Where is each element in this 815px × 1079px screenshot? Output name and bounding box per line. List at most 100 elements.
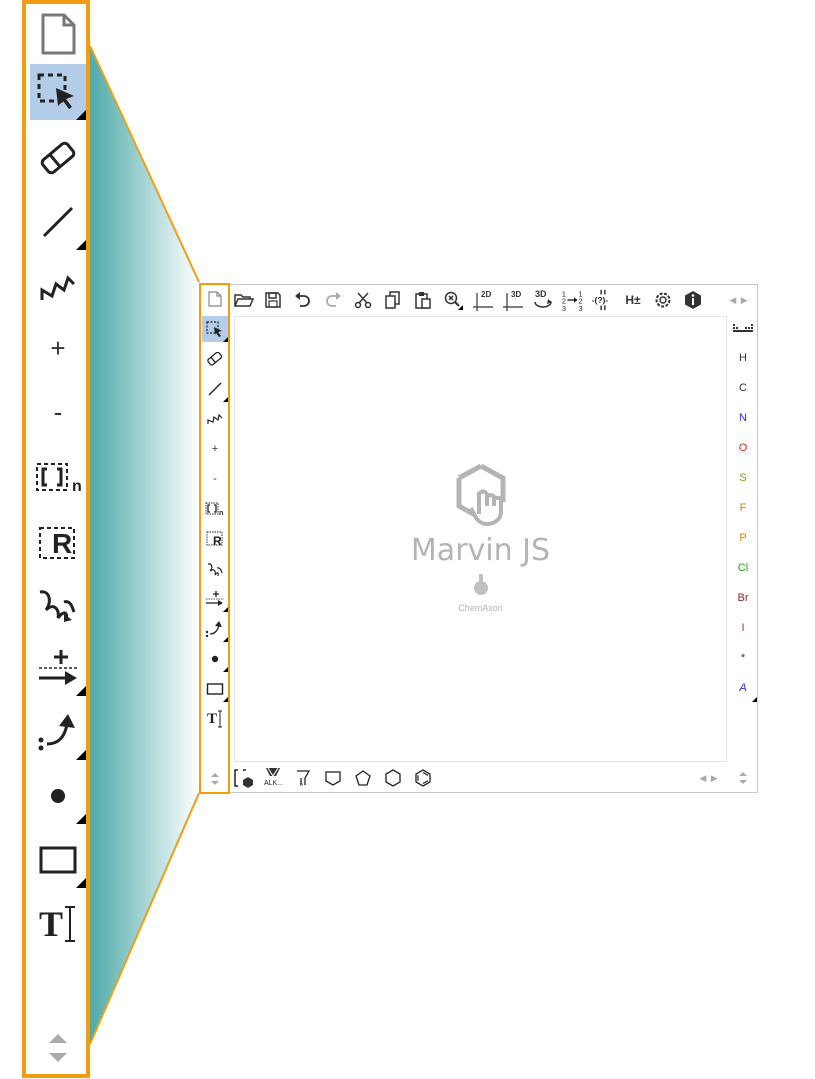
element-label: C [739, 382, 747, 394]
submenu-indicator [76, 686, 86, 696]
zoomed-left-toolbar: + - n R T [22, 0, 90, 1078]
small-toolbar-scroll-button[interactable] [202, 766, 228, 792]
view-3d-label: 3D [535, 289, 547, 299]
element-cl-button[interactable]: Cl [729, 556, 757, 580]
submenu-indicator [223, 337, 228, 342]
rectangle-select-icon [206, 321, 222, 337]
small-electron-flow-button[interactable] [202, 616, 228, 642]
plus-label: + [50, 332, 66, 363]
small-electron-dot-button[interactable] [202, 646, 228, 672]
rectangle-select-button[interactable] [30, 64, 86, 120]
small-increase-charge-button[interactable]: + [202, 436, 228, 462]
small-wavy-arrow-button[interactable] [202, 556, 228, 582]
drawing-canvas[interactable]: Marvin JS ChemAxon [234, 316, 727, 762]
small-text-tool-button[interactable]: T [202, 706, 228, 732]
template-benzene-button[interactable] [410, 766, 436, 790]
new-document-button[interactable] [30, 6, 86, 62]
small-eraser-button[interactable] [202, 346, 228, 372]
element-p-button[interactable]: P [729, 526, 757, 550]
settings-button[interactable] [651, 288, 675, 312]
submenu-indicator [76, 110, 86, 120]
element-o-button[interactable]: O [729, 436, 757, 460]
reaction-arrow-button[interactable] [30, 640, 86, 696]
decrease-charge-button[interactable]: - [30, 384, 86, 440]
element-s-button[interactable]: S [729, 466, 757, 490]
template-cyclopentane-button[interactable] [350, 766, 376, 790]
r-group-label: R [52, 528, 73, 559]
template-cyclopropane-button[interactable]: n [290, 766, 316, 790]
element-c-button[interactable]: C [729, 376, 757, 400]
folder-open-icon [234, 294, 254, 307]
template-cyclobutane-button[interactable] [320, 766, 346, 790]
bottom-scroll-horizontal[interactable]: ◀ ▶ [696, 766, 722, 790]
text-tool-button[interactable]: T [30, 896, 86, 952]
open-button[interactable] [232, 288, 256, 312]
any-atom-button[interactable]: * [729, 646, 757, 670]
hydrogen-toggle-button[interactable]: H± [621, 288, 645, 312]
template-cyclohexane-button[interactable] [380, 766, 406, 790]
submenu-indicator [752, 697, 757, 702]
submenu-indicator [76, 750, 86, 760]
wavy-arrow-icon [39, 590, 76, 622]
electron-flow-icon [205, 621, 222, 638]
save-icon [265, 292, 281, 308]
view-3d-button[interactable]: 3D [531, 288, 555, 312]
scroll-up-down-icon [211, 773, 219, 785]
stereo-icon: -(?)- [592, 289, 608, 311]
small-rectangle-select-button[interactable] [202, 316, 228, 342]
left-right-arrows-icon: ◀ ▶ [699, 772, 719, 783]
element-i-button[interactable]: I [729, 616, 757, 640]
stereo-info-button[interactable]: -(?)- [591, 288, 615, 312]
small-decrease-charge-button[interactable]: - [202, 466, 228, 492]
chain-button[interactable] [30, 260, 86, 316]
small-single-bond-button[interactable] [202, 376, 228, 402]
redo-button[interactable] [321, 288, 345, 312]
wavy-arrow-icon [207, 563, 223, 577]
plus-label: + [211, 443, 219, 455]
renumber-button[interactable]: 1 2 3 1 2 3 [561, 288, 585, 313]
copy-button[interactable] [381, 288, 405, 312]
svg-text:-(?)-: -(?)- [592, 295, 608, 305]
single-bond-button[interactable] [30, 194, 86, 250]
top-toolbar: 2D 3D 3D 1 2 3 1 2 3 -(?)- H± ◀ ▶ [230, 286, 757, 313]
element-label: Br [737, 592, 749, 604]
small-r-group-button[interactable]: R [202, 526, 228, 552]
element-n-button[interactable]: N [729, 406, 757, 430]
electron-dot-button[interactable] [30, 768, 86, 824]
save-button[interactable] [261, 288, 285, 312]
r-group-button[interactable]: R [30, 516, 86, 572]
renumber-icon: 1 2 3 1 2 3 [562, 289, 583, 313]
small-reaction-arrow-button[interactable] [202, 586, 228, 612]
svg-text:3: 3 [562, 304, 566, 313]
alkane-templates-button[interactable]: ALK... [260, 766, 286, 790]
eraser-button[interactable] [30, 130, 86, 186]
text-tool-label: T [38, 904, 63, 944]
increase-charge-button[interactable]: + [30, 320, 86, 376]
bracket-button[interactable]: n [30, 450, 86, 506]
wavy-reaction-arrow-button[interactable] [30, 576, 86, 632]
zoom-button[interactable] [441, 288, 465, 312]
undo-icon [295, 292, 310, 307]
element-h-button[interactable]: H [729, 346, 757, 370]
atom-list-button[interactable]: A [729, 676, 757, 702]
copy-icon [385, 291, 400, 309]
small-chain-button[interactable] [202, 406, 228, 432]
undo-button[interactable] [291, 288, 315, 312]
small-rectangle-shape-button[interactable] [202, 676, 228, 702]
small-new-document-button[interactable] [202, 286, 228, 312]
clean-3d-button[interactable]: 3D [501, 288, 525, 312]
element-f-button[interactable]: F [729, 496, 757, 520]
paste-button[interactable] [411, 288, 435, 312]
about-button[interactable] [681, 288, 705, 312]
clean-2d-button[interactable]: 2D [471, 288, 495, 312]
electron-flow-button[interactable] [30, 704, 86, 760]
templates-button[interactable] [231, 766, 257, 790]
toolbar-scroll-button[interactable] [30, 1020, 86, 1076]
element-br-button[interactable]: Br [729, 586, 757, 610]
small-bracket-button[interactable]: n [202, 496, 228, 522]
cut-button[interactable] [351, 288, 375, 312]
rectangle-shape-button[interactable] [30, 832, 86, 888]
bottom-scroll-vertical[interactable] [730, 766, 756, 790]
element-panel-toggle-button[interactable] [729, 316, 757, 340]
toolbar-scroll-horizontal[interactable]: ◀ ▶ [727, 288, 751, 312]
